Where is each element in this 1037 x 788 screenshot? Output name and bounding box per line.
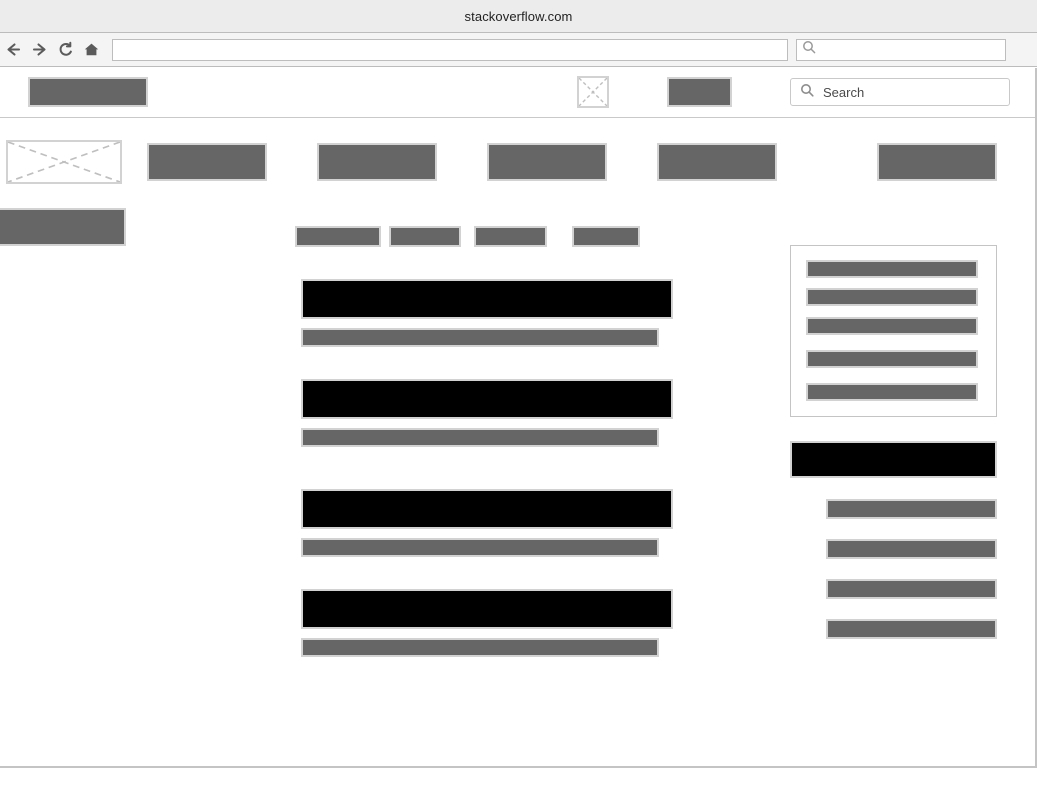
nav-image-placeholder	[6, 140, 122, 184]
sidebar-panel	[790, 245, 997, 417]
sidebar-panel-item-5[interactable]	[806, 383, 978, 401]
forward-icon	[31, 41, 48, 58]
content-item-title[interactable]	[301, 589, 673, 629]
site-search-input[interactable]: Search	[790, 78, 1010, 106]
section-heading-block	[0, 208, 126, 246]
image-placeholder-icon	[579, 78, 607, 106]
sidebar-panel-item-1[interactable]	[806, 260, 978, 278]
browser-titlebar: stackoverflow.com	[0, 0, 1037, 33]
content-item-title[interactable]	[301, 379, 673, 419]
reload-button[interactable]	[52, 37, 78, 63]
url-input[interactable]	[112, 38, 788, 61]
search-icon	[800, 83, 814, 102]
browser-search-input[interactable]	[796, 38, 1006, 61]
content-item-meta	[301, 638, 659, 657]
browser-toolbar	[0, 33, 1037, 67]
filter-tab-3[interactable]	[474, 226, 547, 247]
reload-icon	[57, 41, 74, 58]
sidebar-panel-item-4[interactable]	[806, 350, 978, 368]
sidebar-link-4[interactable]	[826, 619, 997, 639]
nav-item-2[interactable]	[317, 143, 437, 181]
content-item-meta	[301, 328, 659, 347]
home-button[interactable]	[78, 37, 104, 63]
header-account-block[interactable]	[667, 77, 732, 107]
filter-tab-2[interactable]	[389, 226, 461, 247]
page-title: stackoverflow.com	[464, 8, 573, 24]
image-placeholder-icon	[8, 142, 120, 182]
sidebar-link-1[interactable]	[826, 499, 997, 519]
sidebar-link-2[interactable]	[826, 539, 997, 559]
nav-item-4[interactable]	[657, 143, 777, 181]
nav-item-5[interactable]	[877, 143, 997, 181]
forward-button[interactable]	[26, 37, 52, 63]
sidebar-panel-item-3[interactable]	[806, 317, 978, 335]
sidebar-promo-block[interactable]	[790, 441, 997, 478]
home-icon	[83, 41, 100, 58]
nav-item-3[interactable]	[487, 143, 607, 181]
sidebar-link-3[interactable]	[826, 579, 997, 599]
content-item-title[interactable]	[301, 489, 673, 529]
site-logo[interactable]	[28, 77, 148, 107]
site-header: Search	[0, 68, 1035, 118]
filter-tab-4[interactable]	[572, 226, 640, 247]
sidebar-panel-item-2[interactable]	[806, 288, 978, 306]
header-image-placeholder	[577, 76, 609, 108]
content-item-title[interactable]	[301, 279, 673, 319]
filter-tab-1[interactable]	[295, 226, 381, 247]
content-item-meta	[301, 538, 659, 557]
back-icon	[5, 41, 22, 58]
nav-item-1[interactable]	[147, 143, 267, 181]
browser-window: stackoverflow.com Search	[0, 0, 1037, 788]
site-search-placeholder: Search	[823, 84, 865, 100]
content-item-meta	[301, 428, 659, 447]
search-icon	[802, 40, 816, 59]
back-button[interactable]	[0, 37, 26, 63]
page-viewport: Search	[0, 68, 1037, 768]
